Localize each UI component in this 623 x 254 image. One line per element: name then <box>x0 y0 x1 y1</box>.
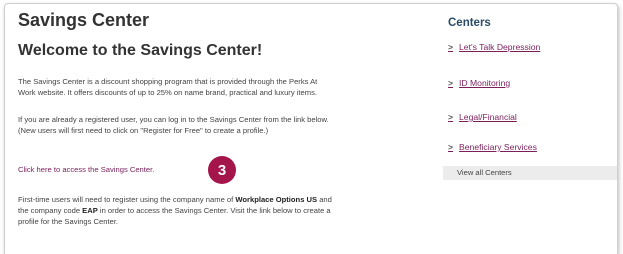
sidebar-item-beneficiary-services[interactable]: > Beneficiary Services <box>448 142 537 152</box>
view-all-centers-link[interactable]: View all Centers <box>443 166 617 180</box>
reg-text-3: the company code <box>18 206 83 215</box>
login-paragraph: If you are already a registered user, yo… <box>18 114 438 136</box>
page-title: Savings Center <box>18 10 150 30</box>
intro-paragraph: The Savings Center is a discount shoppin… <box>18 76 438 98</box>
welcome-heading: Welcome to the Savings Center! <box>18 42 263 59</box>
login-line-1: If you are already a registered user, yo… <box>18 115 329 124</box>
reg-text-2: and <box>317 195 332 204</box>
intro-line-1: The Savings Center is a discount shoppin… <box>18 77 318 86</box>
reg-text-5: profile for the Savings Center. <box>18 217 119 226</box>
content-panel: Savings Center Welcome to the Savings Ce… <box>4 3 618 254</box>
sidebar-item-label: Let's Talk Depression <box>459 42 541 52</box>
sidebar-title: Centers <box>448 17 491 29</box>
sidebar-item-lets-talk-depression[interactable]: > Let's Talk Depression <box>448 42 540 52</box>
chevron-right-icon: > <box>448 142 454 152</box>
reg-text-4: in order to access the Savings Center. V… <box>97 206 331 215</box>
company-code: EAP <box>82 206 98 215</box>
login-line-2: (New users will first need to click on "… <box>18 126 269 135</box>
chevron-right-icon: > <box>448 42 454 52</box>
centers-sidebar: Centers > Let's Talk Depression > ID Monit… <box>443 4 617 254</box>
registration-paragraph: First-time users will need to register u… <box>18 194 438 227</box>
sidebar-item-label: ID Monitoring <box>459 78 511 88</box>
sidebar-item-label: Legal/Financial <box>459 112 517 122</box>
company-name: Workplace Options US <box>235 195 318 204</box>
chevron-right-icon: > <box>448 112 454 122</box>
sidebar-item-id-monitoring[interactable]: > ID Monitoring <box>448 78 510 88</box>
view-all-label: View all Centers <box>457 168 512 177</box>
reg-text-1: First-time users will need to register u… <box>18 195 236 204</box>
sidebar-item-legal-financial[interactable]: > Legal/Financial <box>448 112 517 122</box>
access-savings-center-link[interactable]: Click here to access the Savings Center. <box>18 164 154 175</box>
step-number-badge: 3 <box>208 156 236 184</box>
intro-line-2: Work website. It offers discounts of up … <box>18 88 317 97</box>
sidebar-item-label: Beneficiary Services <box>459 142 537 152</box>
chevron-right-icon: > <box>448 78 454 88</box>
